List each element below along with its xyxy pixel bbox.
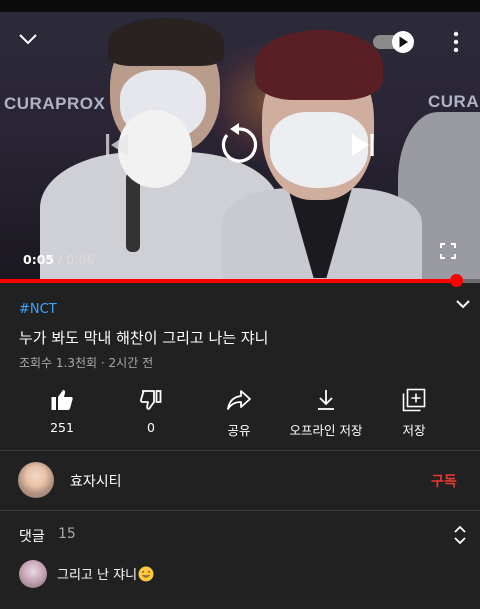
video-title[interactable]: 누가 봐도 막내 해찬이 그리고 나는 쟈니 <box>19 327 268 348</box>
status-bar <box>0 0 480 12</box>
more-options-button[interactable] <box>448 30 464 54</box>
channel-name[interactable]: 효자시티 <box>70 471 122 491</box>
like-count: 251 <box>50 420 74 435</box>
sponsor-text-right: CURAPROX <box>428 92 480 111</box>
replay-button[interactable] <box>214 120 264 170</box>
divider <box>0 510 480 511</box>
expand-description-button[interactable] <box>455 298 471 310</box>
comments-label: 댓글 <box>19 529 45 545</box>
comment-text: 그리고 난 쟈니 <box>57 568 138 583</box>
current-time: 0:05 <box>23 252 55 267</box>
vertical-dots-icon <box>453 31 459 53</box>
download-button[interactable]: 오프라인 저장 <box>281 386 371 439</box>
share-label: 공유 <box>227 423 251 438</box>
thumb-down-icon <box>139 390 162 410</box>
add-to-playlist-icon <box>402 388 426 412</box>
duration: 0:06 <box>66 252 95 267</box>
person-center-hair <box>255 30 383 100</box>
thumb-up-icon <box>51 390 73 410</box>
progress-bar[interactable] <box>0 279 480 283</box>
grinning-face-emoji-icon <box>138 566 154 582</box>
autoplay-icon <box>373 31 414 53</box>
time-separator: / <box>58 252 63 267</box>
autoplay-toggle[interactable] <box>372 30 416 54</box>
skip-next-icon <box>352 134 374 156</box>
download-icon <box>318 390 334 410</box>
like-button[interactable]: 251 <box>17 386 107 435</box>
comments-count: 15 <box>58 526 76 542</box>
dislike-button[interactable]: 0 <box>106 386 196 435</box>
channel-avatar[interactable] <box>18 462 54 498</box>
chevron-down-icon <box>19 34 37 45</box>
comments-expand-button[interactable] <box>453 525 467 545</box>
sponsor-text-left: CURAPROX <box>4 94 106 113</box>
comments-section[interactable]: 댓글 15 그리고 난 쟈니 <box>0 513 480 609</box>
next-button[interactable] <box>350 132 376 158</box>
save-label: 저장 <box>402 423 426 438</box>
previous-button[interactable] <box>104 132 130 158</box>
share-icon <box>227 390 251 410</box>
download-label: 오프라인 저장 <box>289 423 363 438</box>
dislike-count: 0 <box>147 420 155 435</box>
commenter-avatar <box>19 560 47 588</box>
unfold-icon <box>454 525 466 545</box>
hashtag-link[interactable]: #NCT <box>19 302 57 317</box>
action-bar: 251 0 공유 오프라인 저장 저장 <box>0 386 480 442</box>
skip-previous-icon <box>106 134 128 156</box>
video-meta: 조회수 1.3천회 · 2시간 전 <box>19 356 154 370</box>
fullscreen-button[interactable] <box>439 242 457 260</box>
person-left-hair <box>108 18 224 66</box>
channel-row[interactable]: 효자시티 구독 <box>0 451 480 509</box>
time-display: 0:05 / 0:06 <box>23 252 94 267</box>
share-button[interactable]: 공유 <box>194 386 284 439</box>
progress-fill <box>0 279 456 283</box>
save-to-playlist-button[interactable]: 저장 <box>369 386 459 439</box>
progress-scrubber[interactable] <box>449 274 463 287</box>
minimize-button[interactable] <box>18 32 38 46</box>
fullscreen-icon <box>440 243 456 259</box>
video-player[interactable]: CURAPROX CURAPROX <box>0 12 480 280</box>
subscribe-button[interactable]: 구독 <box>431 471 457 491</box>
chevron-down-icon <box>456 300 470 309</box>
top-comment: 그리고 난 쟈니 <box>57 564 154 583</box>
replay-icon <box>221 123 258 163</box>
